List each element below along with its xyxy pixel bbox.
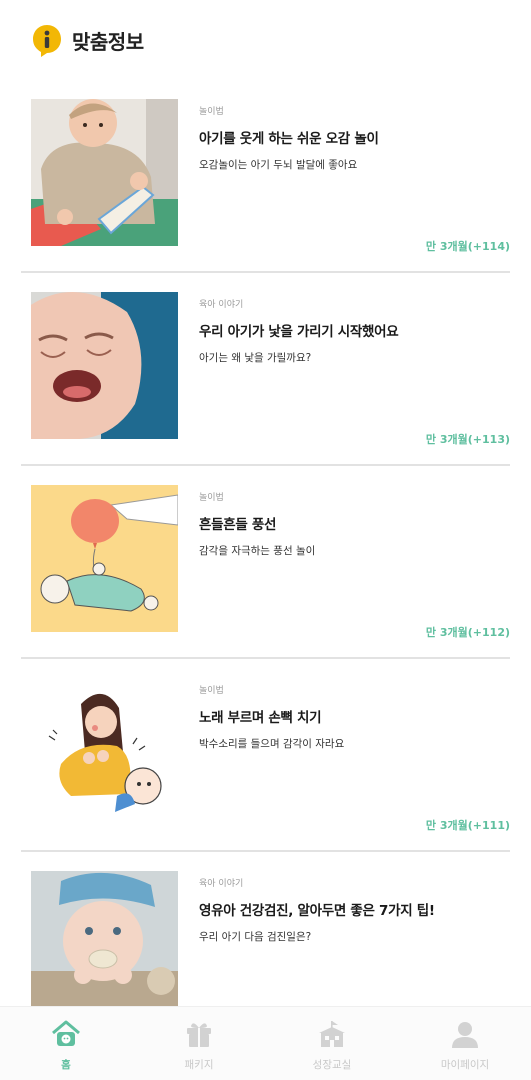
tab-package[interactable]: 패키지 [133,1007,265,1080]
content-card[interactable]: 놀이법 흔들흔들 풍선 감각을 자극하는 풍선 놀이 만 3개월(+112) [21,466,510,659]
tab-label: 패키지 [184,1059,214,1071]
baby-pacifier-photo [31,871,178,1006]
page-title: 맞춤정보 [72,30,144,54]
content-card[interactable]: 놀이법 아기를 웃게 하는 쉬운 오감 놀이 오감놀이는 아기 두뇌 발달에 좋… [21,80,510,273]
tab-label: 마이페이지 [440,1059,490,1071]
card-title[interactable]: 노래 부르며 손뼉 치기 [199,706,322,726]
category-label: 육아 이야기 [199,300,244,310]
age-badge: 만 3개월(+114) [425,240,510,253]
content-card[interactable]: 육아 이야기 우리 아기가 낯을 가리기 시작했어요 아기는 왜 낯을 가릴까요… [21,273,510,466]
card-description: 우리 아기 다음 검진일은? [199,931,312,943]
category-label: 놀이법 [199,493,224,503]
tab-home[interactable]: 홈 [0,1007,132,1080]
thumbnail-image[interactable] [31,871,178,1006]
card-title[interactable]: 영유아 건강검진, 알아두면 좋은 7가지 팁! [199,899,435,919]
content-feed[interactable]: 놀이법 아기를 웃게 하는 쉬운 오감 놀이 오감놀이는 아기 두뇌 발달에 좋… [0,80,531,1006]
clapping-mother-illustration [31,678,178,825]
balloon-baby-illustration [31,485,178,632]
age-badge: 만 3개월(+112) [425,626,510,639]
card-title[interactable]: 흔들흔들 풍선 [199,513,276,533]
card-description: 아기는 왜 낯을 가릴까요? [199,352,312,364]
thumbnail-image[interactable] [31,292,178,439]
category-label: 육아 이야기 [199,879,244,889]
tab-my-page[interactable]: 마이페이지 [399,1007,531,1080]
thumbnail-image[interactable] [31,99,178,246]
content-card[interactable]: 놀이법 노래 부르며 손뼉 치기 박수소리를 들으며 감각이 자라요 만 3개월… [21,659,510,852]
card-description: 감각을 자극하는 풍선 놀이 [199,545,316,557]
age-badge: 만 3개월(+111) [425,819,510,832]
baby-with-book-photo [31,99,178,246]
tab-growth-class[interactable]: 성장교실 [266,1007,398,1080]
tab-label: 성장교실 [312,1059,352,1071]
info-bubble-icon [33,25,61,57]
home-icon [52,1020,80,1046]
gift-icon [187,1023,211,1047]
thumbnail-image[interactable] [31,678,178,825]
content-card[interactable]: 육아 이야기 영유아 건강검진, 알아두면 좋은 7가지 팁! 우리 아기 다음… [21,852,510,1006]
category-label: 놀이법 [199,107,224,117]
classroom-icon [319,1021,345,1047]
card-description: 박수소리를 들으며 감각이 자라요 [199,738,345,750]
top-header: 맞춤정보 [0,0,531,80]
card-title[interactable]: 아기를 웃게 하는 쉬운 오감 놀이 [199,127,379,147]
thumbnail-image[interactable] [31,485,178,632]
tab-label: 홈 [61,1059,71,1071]
card-title[interactable]: 우리 아기가 낯을 가리기 시작했어요 [199,320,399,340]
category-label: 놀이법 [199,686,224,696]
crying-baby-photo [31,292,178,439]
age-badge: 만 3개월(+113) [425,433,510,446]
bottom-tab-bar: 홈 패키지 성장교실 마이페이지 [0,1006,531,1080]
card-description: 오감놀이는 아기 두뇌 발달에 좋아요 [199,159,358,171]
person-icon [452,1022,478,1048]
